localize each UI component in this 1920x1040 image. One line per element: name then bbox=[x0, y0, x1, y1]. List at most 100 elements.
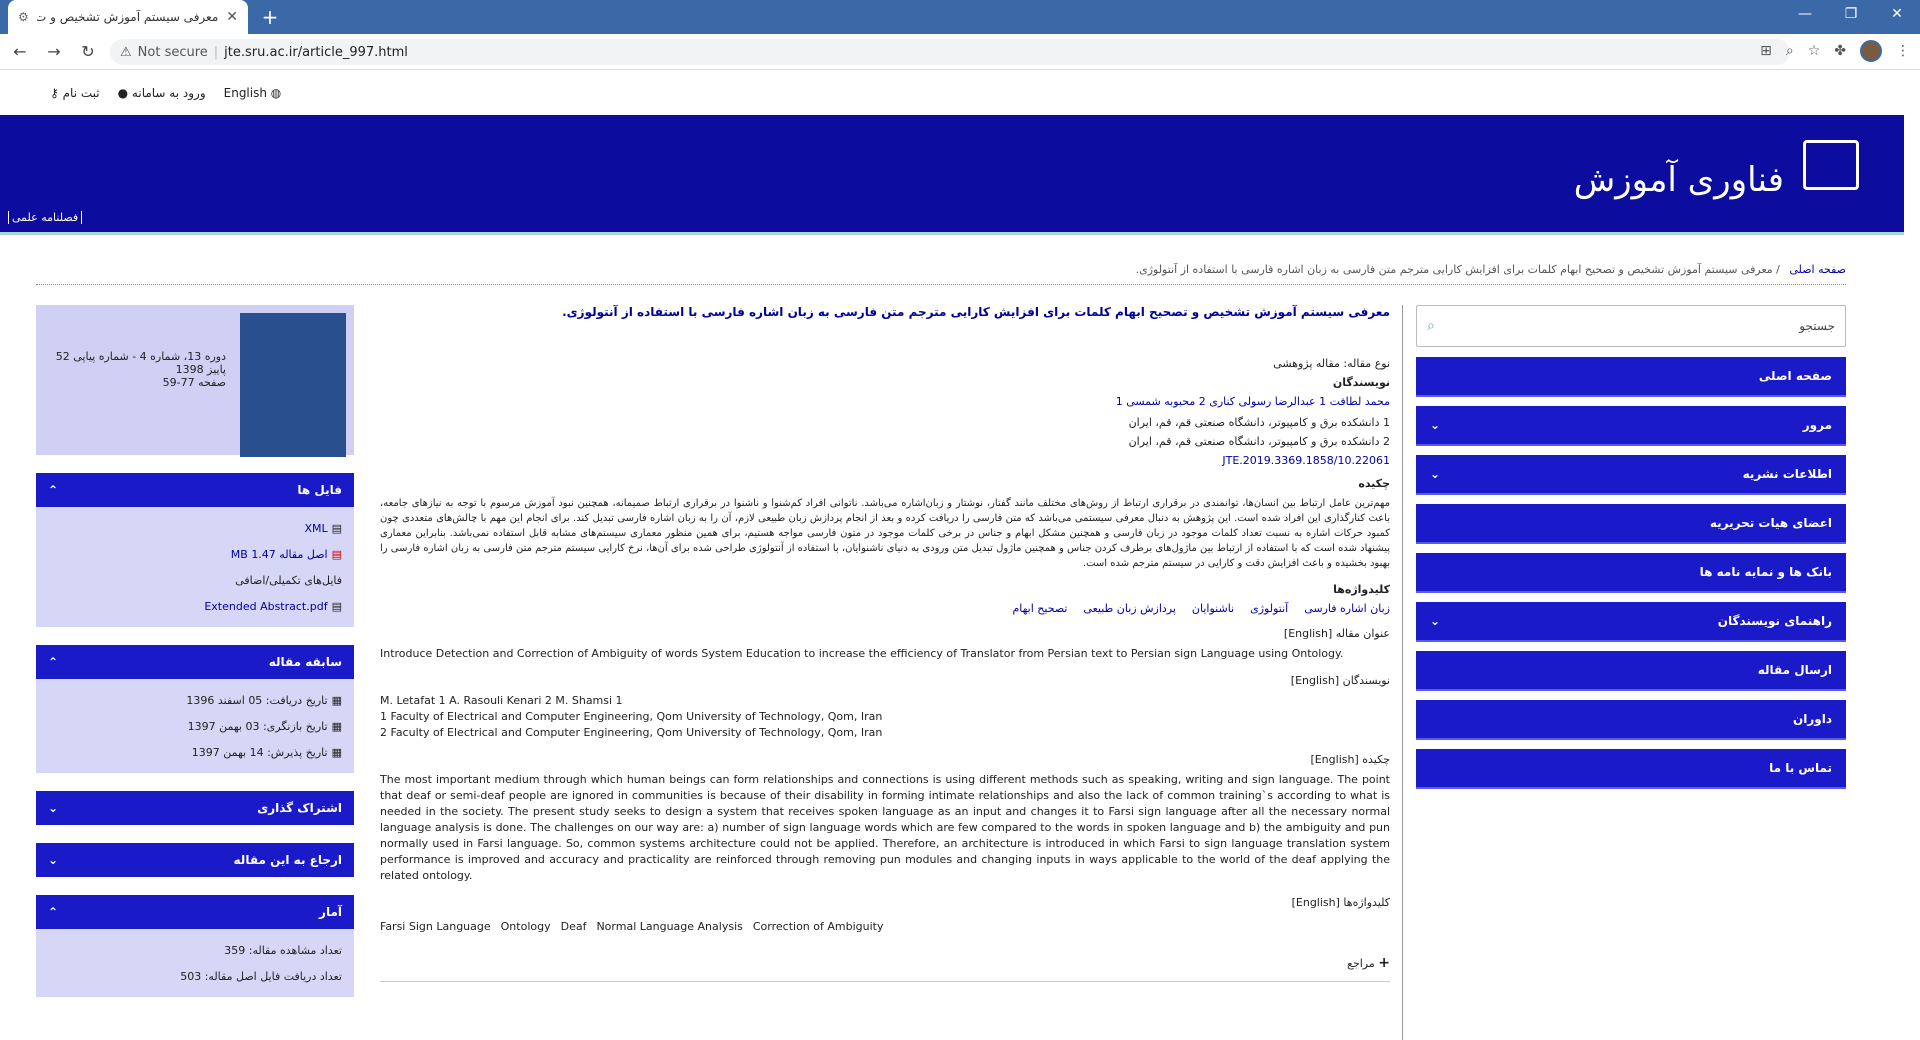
new-tab-button[interactable]: + bbox=[258, 6, 282, 30]
sidebar-item-contact[interactable]: تماس با ما bbox=[1416, 749, 1846, 789]
address-bar-row: ← → ↻ ⚠ Not secure | jte.sru.ac.ir/artic… bbox=[0, 34, 1920, 70]
en-keywords-label: کلیدواژه‌ها [English] bbox=[1291, 896, 1390, 909]
login-link[interactable]: ● ورود به سامانه bbox=[118, 86, 206, 100]
panel-title: سابقه مقاله bbox=[268, 655, 342, 669]
sidebar-item-author-guide[interactable]: راهنمای نویسندگان ⌄ bbox=[1416, 602, 1846, 642]
pdf-link[interactable]: اصل مقاله 1.47 MB bbox=[231, 548, 328, 561]
omnibox[interactable]: ⚠ Not secure | jte.sru.ac.ir/article_997… bbox=[110, 39, 1790, 65]
references-toggle[interactable]: + مراجع bbox=[380, 955, 1390, 982]
keyword-link[interactable]: زبان اشاره فارسی bbox=[1304, 602, 1390, 615]
url-text[interactable]: jte.sru.ac.ir/article_997.html bbox=[224, 45, 408, 60]
abstract-label: چکیده bbox=[1358, 477, 1390, 490]
issue-season: پاییز 1398 bbox=[175, 363, 226, 376]
authors-list[interactable]: محمد لطافت 1 عبدالرضا رسولی کناری 2 محبو… bbox=[380, 395, 1390, 408]
sidebar-item-browse[interactable]: مرور ⌄ bbox=[1416, 406, 1846, 446]
reload-icon[interactable]: ↻ bbox=[74, 42, 102, 61]
en-keyword-link[interactable]: Normal Language Analysis bbox=[596, 919, 742, 935]
english-link[interactable]: English ◍ bbox=[224, 86, 282, 100]
left-sidebar: دوره 13، شماره 4 - شماره پیاپی 52 پاییز … bbox=[36, 305, 354, 1015]
chevron-up-icon: ⌃ bbox=[48, 655, 59, 669]
search-icon[interactable]: ⌕ bbox=[1427, 318, 1435, 334]
zoom-icon[interactable]: ⌕ bbox=[1786, 43, 1794, 59]
sidebar-item-editorial-board[interactable]: اعضای هیات تحریریه bbox=[1416, 504, 1846, 544]
keyword-link[interactable]: پردازش زبان طبیعی bbox=[1083, 602, 1176, 615]
chevron-up-icon: ⌃ bbox=[48, 905, 59, 919]
downloads-count: تعداد دریافت فایل اصل مقاله: 503 bbox=[180, 969, 342, 983]
keyword-link[interactable]: آنتولوژی bbox=[1250, 602, 1288, 615]
doi-link[interactable]: 10.22061/JTE.2019.3369.1858 bbox=[380, 454, 1390, 467]
extended-abstract-link[interactable]: Extended Abstract.pdf bbox=[204, 600, 327, 613]
browser-tab[interactable]: ⚙ معرفی سیستم آموزش تشخیص و ت ✕ bbox=[8, 0, 248, 34]
cite-panel-header[interactable]: ارجاع به این مقاله ⌄ bbox=[36, 843, 354, 877]
sidebar-item-label: داوران bbox=[1793, 712, 1832, 726]
en-keyword-link[interactable]: Farsi Sign Language bbox=[380, 919, 491, 935]
panel-title: ارجاع به این مقاله bbox=[233, 853, 342, 867]
sidebar-item-journal-info[interactable]: اطلاعات نشریه ⌄ bbox=[1416, 455, 1846, 495]
keyword-link[interactable]: ناشنوایان bbox=[1192, 602, 1234, 615]
references-label: مراجع bbox=[1347, 957, 1375, 970]
breadcrumb-current: معرفی سیستم آموزش تشخیص و تصحیح ابهام کل… bbox=[1135, 263, 1773, 276]
en-authors[interactable]: M. Letafat 1 A. Rasouli Kenari 2 M. Sham… bbox=[380, 693, 1390, 709]
minimize-icon[interactable]: — bbox=[1782, 0, 1828, 30]
article-main: معرفی سیستم آموزش تشخیص و تصحیح ابهام کل… bbox=[380, 305, 1390, 982]
sidebar-item-label: صفحه اصلی bbox=[1758, 369, 1832, 383]
extensions-icon[interactable]: ✤ bbox=[1834, 43, 1846, 59]
sidebar-item-label: اطلاعات نشریه bbox=[1742, 467, 1832, 481]
journal-cover-image[interactable] bbox=[240, 313, 346, 457]
en-keyword-link[interactable]: Correction of Ambiguity bbox=[753, 919, 884, 935]
accepted-date: تاریخ پذیرش: 14 بهمن 1397 bbox=[191, 745, 328, 759]
chevron-down-icon: ⌄ bbox=[1430, 418, 1441, 432]
files-panel-header[interactable]: فایل ها ⌃ bbox=[36, 473, 354, 507]
xml-link[interactable]: XML bbox=[304, 522, 327, 535]
share-panel-header[interactable]: اشتراک گذاری ⌄ bbox=[36, 791, 354, 825]
issue-volume[interactable]: دوره 13، شماره 4 - شماره پیاپی 52 bbox=[46, 350, 226, 363]
bookmark-star-icon[interactable]: ☆ bbox=[1808, 43, 1821, 59]
site-name[interactable]: فناوری آموزش bbox=[1574, 160, 1784, 200]
sidebar-item-label: راهنمای نویسندگان bbox=[1717, 614, 1832, 628]
tab-favicon-icon: ⚙ bbox=[18, 10, 29, 24]
sidebar-item-submit[interactable]: ارسال مقاله bbox=[1416, 651, 1846, 691]
chevron-down-icon: ⌄ bbox=[48, 801, 59, 815]
calendar-icon: ▦ bbox=[331, 745, 342, 759]
not-secure-label[interactable]: Not secure bbox=[138, 45, 208, 60]
plus-icon: + bbox=[1378, 955, 1390, 971]
warning-icon[interactable]: ⚠ bbox=[120, 45, 132, 60]
supplementary-label: فایل‌های تکمیلی/اضافی bbox=[235, 573, 342, 587]
chevron-down-icon: ⌄ bbox=[48, 853, 59, 867]
breadcrumb-home[interactable]: صفحه اصلی bbox=[1789, 263, 1846, 276]
sidebar-item-home[interactable]: صفحه اصلی bbox=[1416, 357, 1846, 397]
pdf-icon: ▤ bbox=[331, 547, 342, 561]
stats-panel-header[interactable]: آمار ⌃ bbox=[36, 895, 354, 929]
abstract-fa: مهم‌ترین عامل ارتباط بین انسان‌ها، توانم… bbox=[380, 498, 1390, 569]
panel-title: اشتراک گذاری bbox=[257, 801, 342, 815]
profile-avatar[interactable] bbox=[1860, 40, 1882, 62]
panel-title: آمار bbox=[319, 905, 342, 919]
site-logo-icon[interactable] bbox=[1803, 140, 1859, 190]
sidebar-item-indexing[interactable]: بانک ها و نمایه نامه ها bbox=[1416, 553, 1846, 593]
en-keyword-link[interactable]: Deaf bbox=[561, 919, 587, 935]
history-panel-header[interactable]: سابقه مقاله ⌃ bbox=[36, 645, 354, 679]
sidebar-item-reviewers[interactable]: داوران bbox=[1416, 700, 1846, 740]
authors-label: نویسندگان bbox=[1332, 376, 1390, 389]
stats-panel-body: تعداد مشاهده مقاله: 359 تعداد دریافت فای… bbox=[36, 929, 354, 997]
restore-icon[interactable]: ❐ bbox=[1828, 0, 1874, 30]
back-icon[interactable]: ← bbox=[6, 42, 34, 61]
forward-icon[interactable]: → bbox=[40, 42, 68, 61]
browser-tab-strip: ⚙ معرفی سیستم آموزش تشخیص و ت ✕ + — ❐ ✕ bbox=[0, 0, 1920, 34]
window-close-icon[interactable]: ✕ bbox=[1874, 0, 1920, 30]
en-title-label: عنوان مقاله [English] bbox=[1283, 627, 1390, 640]
keyword-link[interactable]: تصحیح ابهام bbox=[1012, 602, 1067, 615]
en-keyword-link[interactable]: Ontology bbox=[501, 919, 551, 935]
login-label: ورود به سامانه bbox=[131, 85, 206, 100]
menu-kebab-icon[interactable]: ⋮ bbox=[1896, 43, 1910, 59]
translate-icon[interactable]: ⊞ bbox=[1760, 43, 1772, 59]
sidebar-item-label: اعضای هیات تحریریه bbox=[1709, 516, 1832, 530]
affiliation-2: 2 دانشکده برق و کامپیوتر، دانشگاه صنعتی … bbox=[1128, 435, 1390, 448]
keywords-list: زبان اشاره فارسی آنتولوژی ناشنوایان پردا… bbox=[380, 602, 1390, 615]
tab-close-button[interactable]: ✕ bbox=[226, 9, 238, 25]
en-abstract: The most important medium through which … bbox=[380, 773, 1390, 882]
file-icon: ▤ bbox=[331, 599, 342, 613]
search-input[interactable]: جستجو ⌕ bbox=[1416, 305, 1846, 347]
calendar-icon: ▦ bbox=[331, 693, 342, 707]
register-link[interactable]: ⚷ ثبت نام bbox=[50, 86, 100, 100]
